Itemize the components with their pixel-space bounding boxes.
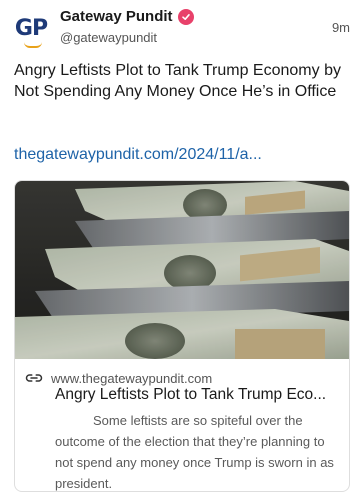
link-preview-card[interactable]: www.thegatewaypundit.com Angry Leftists … — [14, 180, 350, 492]
avatar-swoosh — [24, 42, 42, 48]
card-body: www.thegatewaypundit.com Angry Leftists … — [15, 359, 349, 491]
card-description: Some leftists are so spiteful over the o… — [55, 413, 334, 491]
link-icon — [25, 374, 43, 382]
card-domain: www.thegatewaypundit.com — [51, 370, 213, 386]
post-link[interactable]: thegatewaypundit.com/2024/11/a... — [14, 146, 354, 164]
card-image — [15, 181, 349, 359]
name-row: Gateway Pundit — [60, 8, 194, 25]
user-handle[interactable]: @gatewaypundit — [60, 30, 157, 45]
card-title: Angry Leftists Plot to Tank Trump Eco... — [55, 386, 327, 403]
post-text: Angry Leftists Plot to Tank Trump Econom… — [14, 62, 341, 100]
avatar-logo-text: GP — [14, 16, 48, 41]
verified-badge-icon — [177, 8, 194, 25]
avatar[interactable]: GP — [12, 10, 50, 48]
display-name[interactable]: Gateway Pundit — [60, 8, 173, 25]
post-header: GP Gateway Pundit @gatewaypundit 9m — [12, 6, 352, 50]
card-domain-row: www.thegatewaypundit.com — [25, 369, 212, 387]
post-timestamp[interactable]: 9m — [332, 20, 350, 35]
